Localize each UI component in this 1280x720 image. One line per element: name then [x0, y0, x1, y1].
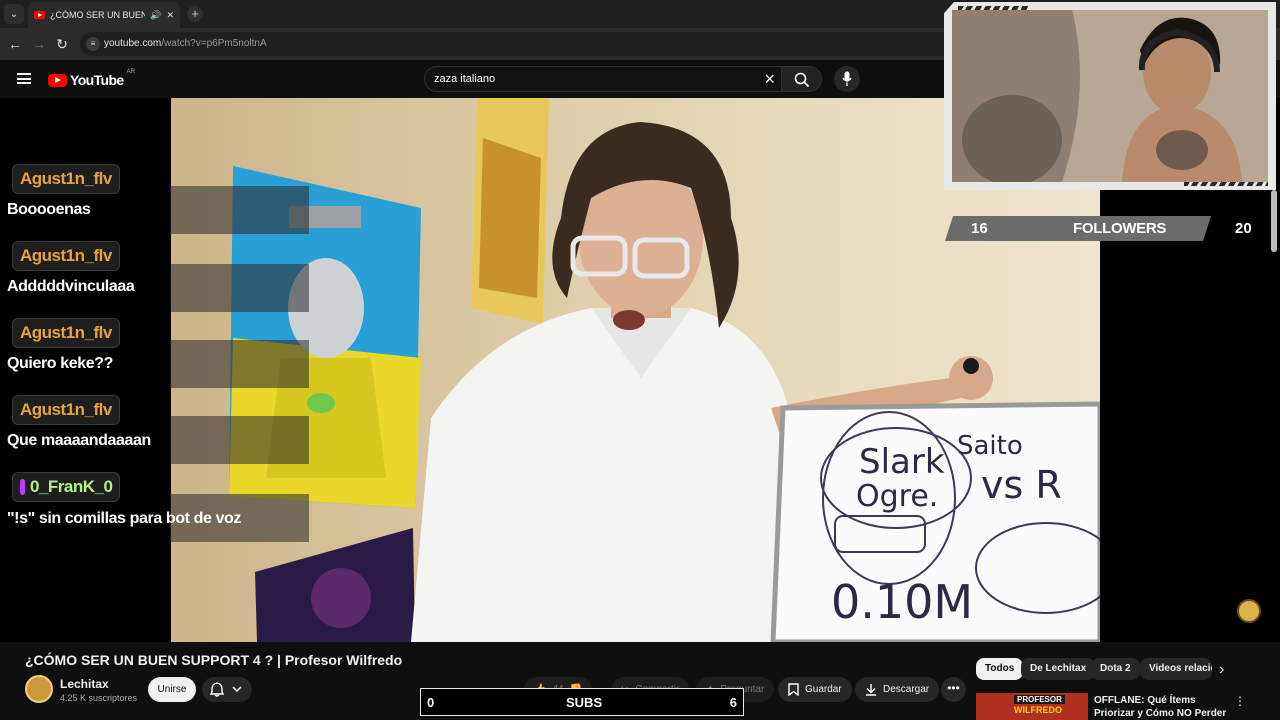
forward-arrow-icon[interactable]: →: [30, 35, 48, 53]
url-host: youtube.com: [104, 38, 162, 49]
download-button[interactable]: Descargar: [855, 677, 940, 702]
chat-strip: [170, 416, 309, 464]
download-label: Descargar: [883, 684, 930, 695]
notifications-button[interactable]: [202, 677, 252, 702]
video-title: ¿CÓMO SER UN BUEN SUPPORT 4 ? | Profesor…: [25, 652, 403, 668]
whiteboard-text-1: Slark: [859, 442, 945, 482]
chat-username: Agust1n_flv: [12, 164, 120, 194]
followers-goal: 20: [1235, 220, 1252, 237]
youtube-favicon-icon: [34, 11, 45, 19]
webcam-image: [952, 10, 1268, 182]
chevron-right-icon[interactable]: ›: [1219, 661, 1224, 679]
youtube-play-icon: [48, 73, 67, 87]
chat-username: Agust1n_flv: [12, 395, 120, 425]
reload-icon[interactable]: ↻: [53, 35, 71, 53]
url-path: /watch?v=p6Pm5noltnA: [161, 38, 267, 49]
chat-username: Agust1n_flv: [12, 318, 120, 348]
microphone-icon: [842, 71, 852, 86]
chat-message: Adddddvinculaaa: [7, 278, 135, 295]
whiteboard-text-5: 0.10M: [831, 575, 973, 629]
subs-goal-bar: 0 SUBS 6: [420, 688, 744, 716]
chat-strip: [170, 340, 309, 388]
search-input[interactable]: zaza italiano ×: [424, 66, 782, 92]
subs-label: SUBS: [566, 695, 603, 710]
voice-search-button[interactable]: [834, 66, 860, 92]
chat-overlay: Agust1n_flv Booooenas Agust1n_flv Addddd…: [0, 160, 320, 542]
chat-username: 0_FranK_0: [30, 477, 113, 496]
bookmark-icon: [788, 683, 799, 696]
streamer-avatar: [1237, 599, 1261, 623]
chat-message: Booooenas: [7, 201, 91, 218]
mic-badge-icon: [20, 479, 25, 495]
clear-search-icon[interactable]: ×: [764, 69, 775, 89]
menu-icon[interactable]: [17, 73, 31, 84]
youtube-wordmark: YouTube: [70, 72, 124, 88]
chip-all[interactable]: Todos: [976, 658, 1024, 680]
chat-message: Que maaaandaaaan: [7, 432, 151, 449]
subs-goal: 6: [729, 695, 737, 710]
page-scrollbar[interactable]: [1271, 190, 1277, 252]
more-actions-icon[interactable]: •••: [941, 677, 966, 702]
bell-icon: [210, 682, 224, 697]
new-tab-icon[interactable]: +: [187, 6, 203, 22]
subscriber-count: 4.25 K suscriptores: [60, 693, 138, 703]
thumbnail-text-2: WILFREDO: [1014, 705, 1062, 715]
followers-current: 16: [971, 220, 988, 237]
chip-from-channel[interactable]: De Lechitax: [1021, 658, 1096, 680]
tab-title: ¿CÓMO SER UN BUEN SUPPORT 4 ? | Profesor…: [50, 10, 146, 20]
back-arrow-icon[interactable]: ←: [6, 35, 24, 53]
save-button[interactable]: Guardar: [778, 677, 852, 702]
url-text: youtube.com/watch?v=p6Pm5noltnA: [104, 38, 267, 49]
chat-strip: [170, 264, 309, 312]
decor-stripes: [958, 6, 1028, 10]
browser-tab[interactable]: ¿CÓMO SER UN BUEN SUPPORT 4 ? | Profesor…: [28, 2, 180, 28]
chat-message: Quiero keke??: [7, 355, 113, 372]
chip-related-videos[interactable]: Videos relacio: [1140, 658, 1212, 680]
related-video-title[interactable]: OFFLANE: Qué Ítems Priorizar y Cómo NO P…: [1094, 694, 1228, 720]
decor-stripes: [1184, 182, 1268, 186]
whiteboard-text-3: vs R: [981, 463, 1062, 507]
download-icon: [866, 684, 876, 696]
save-label: Guardar: [805, 684, 842, 695]
webcam-feed: [952, 10, 1268, 182]
country-code: AR: [126, 69, 135, 75]
chat-username-with-badge: 0_FranK_0: [12, 472, 121, 502]
youtube-logo[interactable]: YouTube AR: [48, 69, 135, 88]
speaker-icon[interactable]: 🔊: [150, 10, 161, 21]
chevron-down-icon: [232, 686, 242, 693]
followers-goal-bar: 16 FOLLOWERS: [945, 216, 1211, 241]
chat-strip: [170, 186, 309, 234]
chat-username: Agust1n_flv: [12, 241, 120, 271]
related-more-icon[interactable]: ⋮: [1234, 694, 1246, 708]
tab-close-icon[interactable]: ✕: [166, 10, 174, 21]
search-icon: [794, 72, 810, 88]
tab-search-chevron-icon[interactable]: ⌄: [4, 4, 24, 24]
search-button[interactable]: [782, 66, 822, 92]
chip-dota-2[interactable]: Dota 2: [1091, 658, 1140, 680]
followers-label: FOLLOWERS: [1073, 220, 1167, 237]
related-video-thumbnail[interactable]: PROFESOR WILFREDO: [976, 693, 1088, 720]
subs-current: 0: [427, 695, 435, 710]
channel-avatar[interactable]: [25, 675, 53, 703]
channel-name[interactable]: Lechitax: [60, 677, 109, 691]
thumbnail-text-1: PROFESOR: [1014, 695, 1065, 704]
join-button[interactable]: Unirse: [148, 677, 196, 702]
search-value: zaza italiano: [434, 73, 496, 85]
chat-message: "!s" sin comillas para bot de voz: [7, 510, 242, 527]
whiteboard-text-4: Saito: [957, 431, 1023, 461]
site-settings-icon[interactable]: ≡: [86, 37, 100, 51]
whiteboard-text-2: Ogre.: [856, 479, 938, 514]
